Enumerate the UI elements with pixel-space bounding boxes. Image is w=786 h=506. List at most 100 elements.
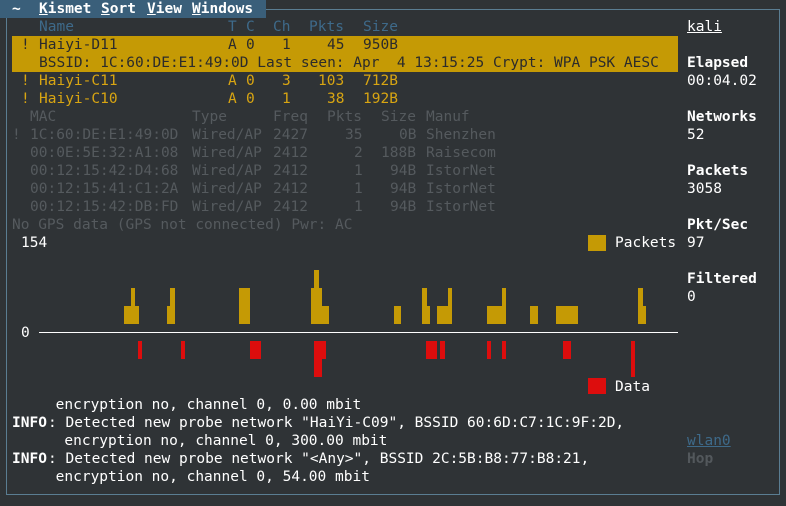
client-pkts: 1	[354, 163, 363, 179]
network-size: 192B	[363, 91, 398, 107]
client-pkts: 35	[345, 127, 363, 143]
packets-label: Packets	[687, 163, 749, 179]
client-pkts: 2	[354, 145, 363, 161]
packets-bar	[397, 306, 402, 324]
col-manuf[interactable]: Manuf	[426, 108, 470, 126]
host-name: kali	[687, 19, 722, 35]
graph-ymax-label: 154	[21, 235, 48, 251]
col-c[interactable]: C	[246, 18, 255, 36]
log-line: : Detected new probe network "<Any>", BS…	[48, 451, 590, 467]
menu-kismet-rest: ismet	[47, 1, 92, 17]
network-flag: !	[21, 91, 30, 107]
network-size: 712B	[363, 73, 398, 89]
col-size[interactable]: Size	[363, 18, 398, 36]
client-size: 188B	[381, 145, 416, 161]
client-type: Wired/AP	[192, 181, 262, 197]
client-size: 94B	[390, 163, 417, 179]
data-legend-label: Data	[615, 379, 650, 395]
log-line: encryption no, channel 0, 300.00 mbit	[12, 433, 388, 449]
gps-status: No GPS data (GPS not connected) Pwr: AC	[12, 217, 353, 233]
network-pkts: 103	[318, 73, 345, 89]
network-crypt: 0	[246, 37, 255, 53]
network-size: 950B	[363, 37, 398, 53]
network-channel: 1	[282, 37, 291, 53]
menu-bar: ~ Kismet Sort View Windows	[0, 0, 266, 18]
client-manuf: IstorNet	[426, 163, 496, 179]
col-client-pkts[interactable]: Pkts	[327, 108, 362, 126]
data-bar	[501, 341, 506, 359]
client-freq: 2412	[273, 145, 308, 161]
col-client-size[interactable]: Size	[381, 108, 416, 126]
client-size: 0B	[399, 127, 417, 143]
client-manuf: IstorNet	[426, 181, 496, 197]
log-line: encryption no, channel 0, 0.00 mbit	[12, 397, 362, 413]
packets-value: 3058	[687, 181, 722, 197]
client-size: 94B	[390, 181, 417, 197]
network-name: Haiyi-C10	[39, 91, 118, 107]
client-mac: 00:12:15:42:DB:FD	[30, 199, 179, 215]
log-line: : Detected new probe network "HaiYi-C09"…	[48, 415, 625, 431]
data-bar	[433, 341, 438, 359]
menu-tilde: ~	[12, 1, 21, 17]
data-bar	[138, 341, 143, 359]
log-line: encryption no, channel 0, 54.00 mbit	[12, 469, 370, 485]
network-type: A	[228, 91, 237, 107]
col-ch[interactable]: Ch	[273, 18, 290, 36]
network-pkts: 38	[327, 91, 345, 107]
log-info-label: INFO	[12, 415, 47, 431]
data-bar	[181, 341, 186, 359]
networks-label: Networks	[687, 109, 757, 125]
graph-baseline	[39, 332, 678, 333]
col-client-type[interactable]: Type	[192, 108, 227, 126]
network-type: A	[228, 73, 237, 89]
client-manuf: Shenzhen	[426, 127, 496, 143]
client-pkts: 1	[354, 181, 363, 197]
pktsec-label: Pkt/Sec	[687, 217, 749, 233]
packets-bar	[534, 306, 539, 324]
client-freq: 2427	[273, 127, 308, 143]
pktsec-value: 97	[687, 235, 705, 251]
packets-bar	[501, 288, 506, 324]
col-pkts[interactable]: Pkts	[309, 18, 344, 36]
client-freq: 2412	[273, 163, 308, 179]
menu-windows[interactable]: Windows	[192, 0, 253, 18]
client-type: Wired/AP	[192, 163, 262, 179]
interface-name[interactable]: wlan0	[687, 432, 731, 450]
client-mac: 00:0E:5E:32:A1:08	[30, 145, 179, 161]
networks-value: 52	[687, 127, 705, 143]
col-mac[interactable]: MAC	[30, 108, 56, 126]
network-name: Haiyi-C11	[39, 73, 118, 89]
network-flag: !	[21, 37, 30, 53]
menu-kismet[interactable]: Kismet	[39, 0, 91, 18]
client-freq: 2412	[273, 181, 308, 197]
packets-bar	[426, 306, 431, 324]
client-mac: 00:12:15:42:D4:68	[30, 163, 179, 179]
data-bar	[440, 341, 445, 359]
packets-bar	[170, 288, 175, 324]
elapsed-label: Elapsed	[687, 55, 749, 71]
elapsed-value: 00:04.02	[687, 73, 757, 89]
network-type: A	[228, 37, 237, 53]
network-name: Haiyi-D11	[39, 37, 118, 53]
log-info-label: INFO	[12, 451, 47, 467]
filtered-value: 0	[687, 289, 696, 305]
network-flag: !	[21, 73, 30, 89]
packets-bar	[642, 306, 647, 324]
client-type: Wired/AP	[192, 145, 262, 161]
graph-zero-label: 0	[21, 325, 30, 341]
col-freq[interactable]: Freq	[273, 108, 308, 126]
network-crypt: 0	[246, 91, 255, 107]
client-size: 94B	[390, 199, 417, 215]
col-name[interactable]: Name	[39, 18, 74, 36]
bssid-detail: BSSID: 1C:60:DE:E1:49:0D Last seen: Apr …	[39, 55, 659, 71]
packets-bar	[325, 306, 330, 324]
client-manuf: IstorNet	[426, 199, 496, 215]
col-t[interactable]: T	[228, 18, 237, 36]
menu-sort[interactable]: Sort	[101, 0, 136, 18]
packets-bar	[573, 306, 578, 324]
menu-view[interactable]: View	[147, 0, 182, 18]
hop-status: Hop	[687, 451, 714, 467]
data-bar	[256, 341, 261, 359]
packets-legend-label: Packets	[615, 235, 677, 251]
client-type: Wired/AP	[192, 127, 262, 143]
